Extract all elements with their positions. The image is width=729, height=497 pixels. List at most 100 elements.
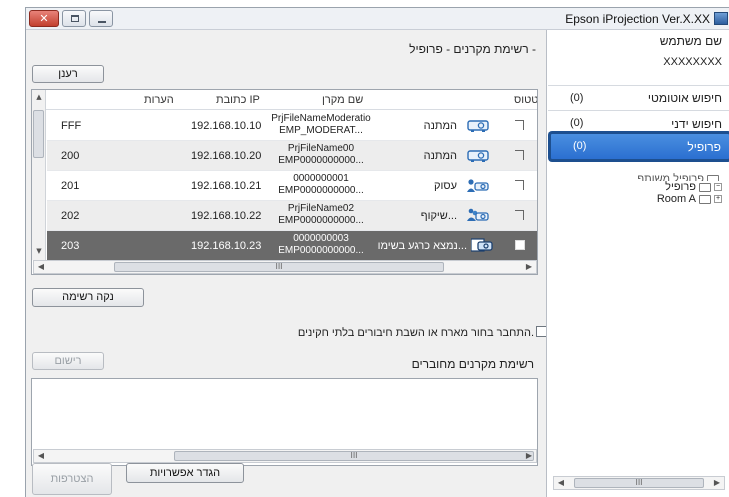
tree-expand-icon[interactable]: − <box>714 183 722 192</box>
row-checkbox[interactable] <box>515 240 525 250</box>
row-name-line2: EMP0000000000... <box>278 185 364 196</box>
projector-table: סטטוס שם מקרן כתובת IP הערות ▲ ▼ FFF 192… <box>31 89 538 275</box>
table-row[interactable]: FFF 192.168.10.10 PrjFileNameModeratio EM… <box>47 111 537 141</box>
table-row[interactable]: 200 192.168.10.20 PrjFileName00 EMP000000… <box>47 141 537 171</box>
projector-display-icon <box>471 238 493 252</box>
connected-list-scroll-thumb[interactable]: III <box>174 451 534 461</box>
row-status: המתנה <box>423 120 457 132</box>
column-name[interactable]: שם מקרן <box>322 94 363 106</box>
table-vertical-scrollbar[interactable]: ▲ ▼ <box>32 90 46 260</box>
row-ip: 192.168.10.10 <box>191 120 262 132</box>
projector-icon <box>467 150 489 162</box>
refresh-button[interactable]: רענן <box>32 65 104 83</box>
scroll-up-icon[interactable]: ▲ <box>32 93 46 101</box>
scroll-right-icon[interactable]: ▶ <box>522 450 536 462</box>
user-name-label: שם משתמש <box>659 34 722 48</box>
window-title: Epson iProjection Ver.X.XX <box>565 12 710 26</box>
interrupt-connection-label: התחבר בחור מארח או השבת חיבורים בלתי חקי… <box>297 327 534 339</box>
column-notes[interactable]: הערות <box>144 94 174 106</box>
profile-count: (0) <box>573 140 587 152</box>
join-button[interactable]: הצטרפות <box>32 463 112 495</box>
manual-search-count: (0) <box>570 117 584 129</box>
row-notes: 202 <box>61 210 80 222</box>
set-options-button[interactable]: הגדר אפשרויות <box>126 463 244 483</box>
connected-projectors-title: רשימת מקרנים מחוברים <box>411 357 534 371</box>
connected-projectors-list: ◀ III ▶ <box>31 378 538 466</box>
scroll-left-icon[interactable]: ◀ <box>34 450 48 462</box>
profile-label: פרופיל <box>687 140 721 154</box>
projector-users-icon <box>467 208 489 221</box>
row-checkbox[interactable] <box>515 210 524 220</box>
connected-list-scrollbar[interactable]: ◀ III ▶ <box>33 449 537 463</box>
auto-search-item[interactable]: (0) חיפוש אוטומטי <box>548 85 729 111</box>
row-ip: 192.168.10.22 <box>191 210 262 222</box>
table-row[interactable]: 202 192.168.10.22 PrjFileName02 EMP000000… <box>47 201 537 231</box>
tree-node-shared-label: פרופיל משותף <box>637 173 704 181</box>
right-panel: שם משתמש XXXXXXXX (0) חיפוש אוטומטי (0) … <box>546 30 729 497</box>
row-name-line2: EMP0000000000... <box>278 215 364 226</box>
tree-node-profile-label: פרופיל <box>665 181 696 193</box>
row-name-line2: EMP_MODERAT... <box>279 125 363 136</box>
row-status: המתנה <box>423 150 457 162</box>
profile-item[interactable]: (0) פרופיל <box>548 131 729 162</box>
row-name-line1: PrjFileNameModeratio <box>271 113 371 124</box>
row-ip: 192.168.10.20 <box>191 150 262 162</box>
tree-node-room[interactable]: Room A + <box>637 193 722 205</box>
maximize-icon <box>71 15 79 22</box>
app-window: ✕ Epson iProjection Ver.X.XX רשימת מקרני… <box>25 7 729 497</box>
row-checkbox[interactable] <box>515 180 524 190</box>
column-status[interactable]: סטטוס <box>514 94 537 106</box>
row-checkbox[interactable] <box>515 150 524 160</box>
folder-icon <box>699 194 711 204</box>
register-button[interactable]: רישום <box>32 352 104 370</box>
clear-list-button[interactable]: נקה רשימה <box>32 288 144 307</box>
row-notes: 203 <box>61 240 80 252</box>
column-ip[interactable]: כתובת IP <box>216 94 260 106</box>
row-ip: 192.168.10.23 <box>191 240 262 252</box>
right-panel-scrollbar[interactable]: ◀ III ▶ <box>553 476 725 490</box>
app-icon <box>714 12 728 25</box>
close-button[interactable]: ✕ <box>29 10 59 27</box>
row-name-line1: 0000000001 <box>293 173 349 184</box>
main-area: רשימת מקרנים - פרופיל - רענן סטטוס שם מק… <box>26 30 547 497</box>
row-status: נמצא כרגע בשימו... <box>377 240 467 252</box>
projector-list-title: רשימת מקרנים - פרופיל - <box>409 42 536 56</box>
scroll-left-icon[interactable]: ◀ <box>554 477 568 489</box>
table-header: סטטוס שם מקרן כתובת IP הערות <box>32 90 537 110</box>
row-name-line2: EMP0000000000... <box>278 155 364 166</box>
scroll-right-icon[interactable]: ▶ <box>710 477 724 489</box>
row-notes: 201 <box>61 180 80 192</box>
table-row-selected[interactable]: 203 192.168.10.23 0000000003 EMP000000000… <box>47 231 537 261</box>
row-name-line1: 0000000003 <box>293 233 349 244</box>
folder-icon <box>699 182 711 192</box>
title-bar: ✕ Epson iProjection Ver.X.XX <box>26 8 729 30</box>
tree-expand-icon[interactable]: + <box>714 195 722 204</box>
projector-icon <box>467 120 489 132</box>
scroll-right-icon[interactable]: ▶ <box>522 261 536 273</box>
table-hscroll-thumb[interactable]: III <box>114 262 444 272</box>
right-panel-scroll-thumb[interactable]: III <box>574 478 704 488</box>
table-row[interactable]: 201 192.168.10.21 0000000001 EMP000000000… <box>47 171 537 201</box>
tree-node-profile[interactable]: פרופיל − <box>637 181 722 193</box>
auto-search-count: (0) <box>570 92 584 104</box>
row-notes: 200 <box>61 150 80 162</box>
scroll-left-icon[interactable]: ◀ <box>34 261 48 273</box>
table-horizontal-scrollbar[interactable]: ◀ III ▶ <box>33 260 537 274</box>
row-name: PrjFileName00 EMP0000000000... <box>271 143 371 167</box>
row-notes: FFF <box>61 120 82 132</box>
manual-search-item[interactable]: (0) חיפוש ידני <box>548 111 729 133</box>
maximize-button[interactable] <box>62 10 86 27</box>
row-name-line1: PrjFileName02 <box>287 203 355 214</box>
row-name: PrjFileName02 EMP0000000000... <box>271 203 371 227</box>
row-checkbox[interactable] <box>515 120 524 130</box>
tree-node-shared[interactable]: פרופיל משותף <box>637 173 722 181</box>
close-icon: ✕ <box>39 12 49 25</box>
table-scroll-thumb[interactable] <box>33 110 44 158</box>
row-name: 0000000001 EMP0000000000... <box>271 173 371 197</box>
row-name-line2: EMP0000000000... <box>278 245 364 256</box>
row-name: 0000000003 EMP0000000000... <box>271 233 371 257</box>
row-name: PrjFileNameModeratio EMP_MODERAT... <box>271 113 371 137</box>
tree-node-room-label: Room A <box>656 193 696 205</box>
minimize-button[interactable] <box>89 10 113 27</box>
scroll-down-icon[interactable]: ▼ <box>32 247 46 255</box>
